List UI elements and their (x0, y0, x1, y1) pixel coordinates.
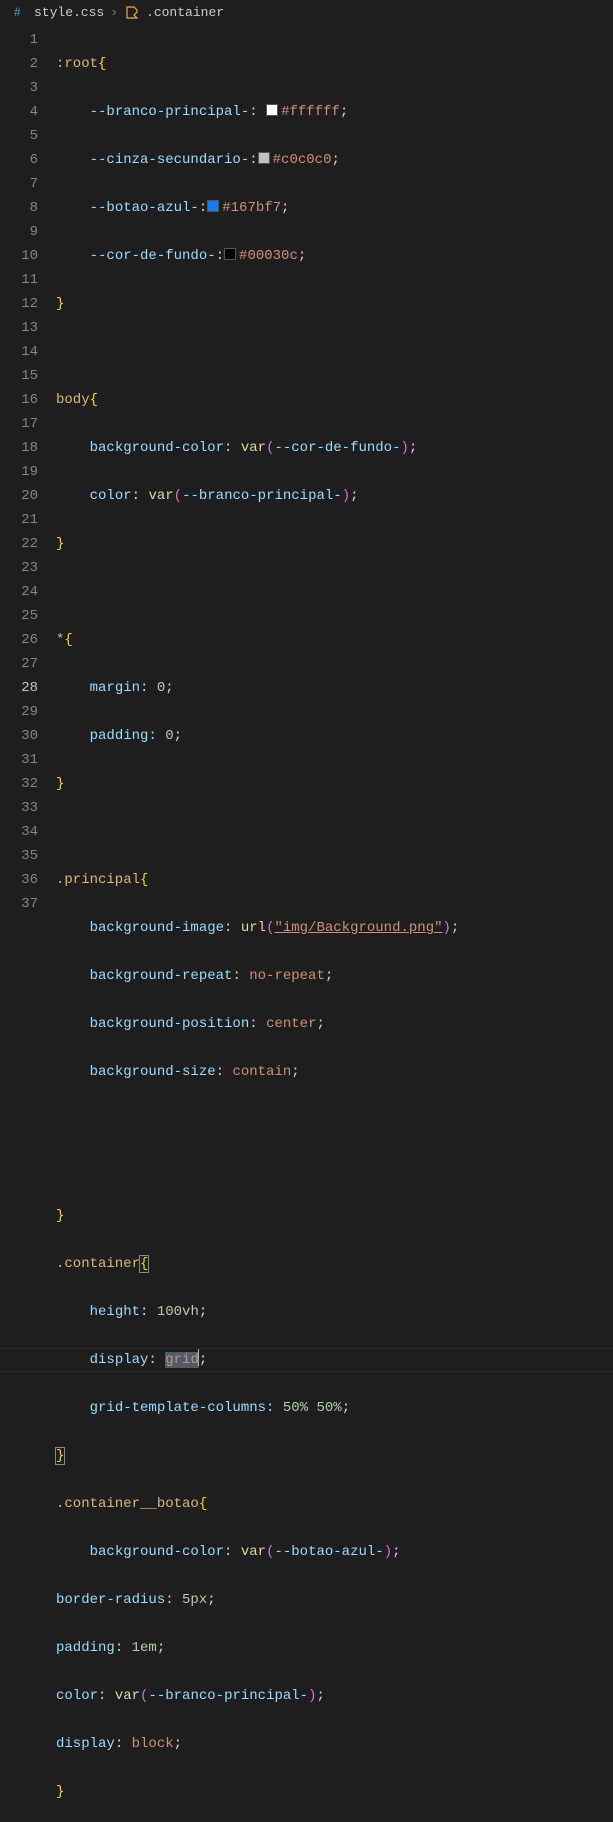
color-swatch (258, 152, 270, 164)
breadcrumb-sep-icon: › (110, 5, 118, 20)
css-rule-icon (124, 4, 140, 20)
breadcrumb-file[interactable]: style.css (34, 5, 104, 20)
code-area[interactable]: :root{ --branco-principal-: #ffffff; --c… (56, 24, 613, 911)
color-swatch (224, 248, 236, 260)
breadcrumb-symbol[interactable]: .container (146, 5, 224, 20)
color-swatch (266, 104, 278, 116)
css-file-icon: # (12, 4, 28, 20)
color-swatch (207, 200, 219, 212)
code-editor[interactable]: 12345 678910 1112131415 1617181920 21222… (0, 24, 613, 911)
svg-text:#: # (14, 4, 21, 19)
line-number-gutter: 12345 678910 1112131415 1617181920 21222… (0, 24, 56, 911)
breadcrumb[interactable]: # style.css › .container (0, 0, 613, 24)
